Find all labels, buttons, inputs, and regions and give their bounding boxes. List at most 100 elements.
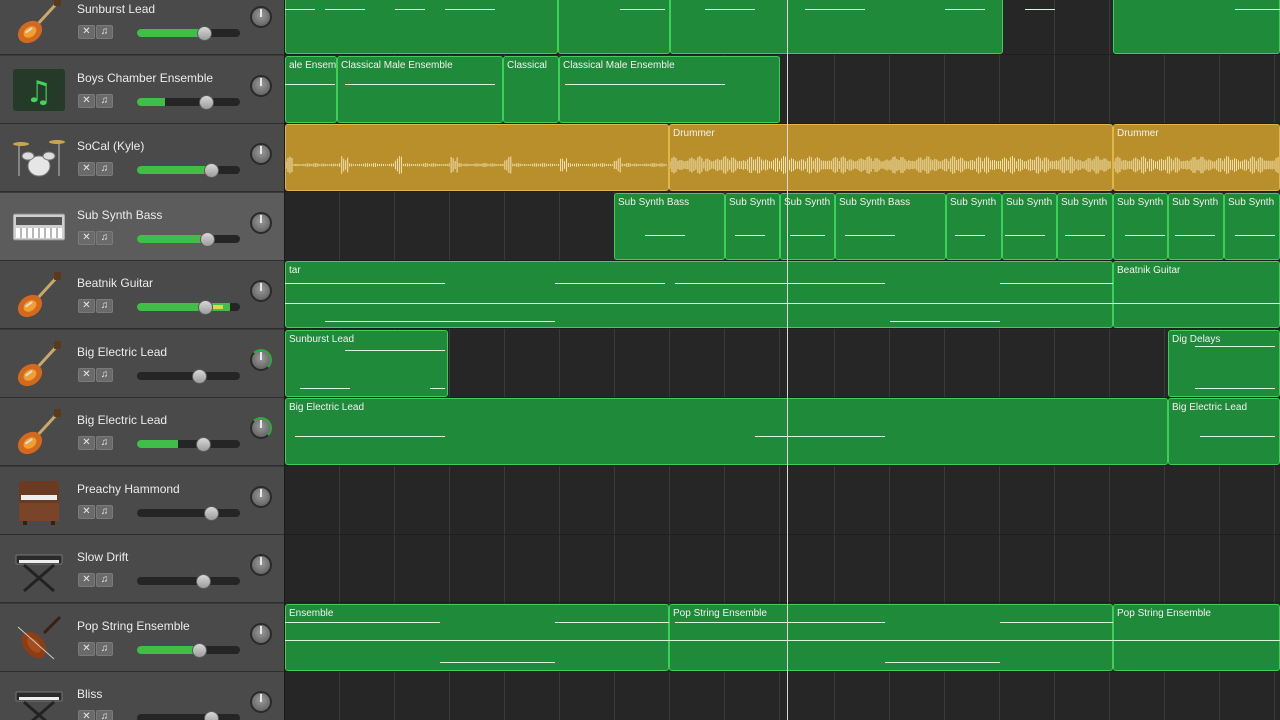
midi-region[interactable]: Sub Synth [725, 192, 780, 260]
audio-region[interactable] [285, 124, 669, 191]
midi-region[interactable]: Sub Synth Bass [614, 192, 725, 260]
track-header[interactable]: Pop String Ensemble ✕ ♫ [0, 603, 284, 672]
track-lane[interactable]: Big Electric Lead Big Electric Lead [285, 398, 1280, 466]
midi-region[interactable]: Sub Synth [1224, 192, 1280, 260]
volume-knob[interactable] [196, 574, 211, 589]
audio-region[interactable]: Drummer [1113, 124, 1280, 191]
volume-slider[interactable] [137, 714, 240, 720]
midi-region[interactable]: Pop String Ensemble [1113, 603, 1280, 671]
headphones-button[interactable]: ♫ [96, 230, 113, 245]
headphones-button[interactable]: ♫ [96, 641, 113, 656]
track-lane[interactable]: ale Ensemb Classical Male Ensemble Classic… [285, 55, 1280, 124]
midi-region[interactable]: Sub Synth [1002, 192, 1057, 260]
pan-knob[interactable] [250, 6, 272, 28]
headphones-button[interactable]: ♫ [96, 162, 113, 176]
track-header[interactable]: SoCal (Kyle) ✕ ♫ [0, 124, 284, 192]
volume-slider[interactable] [137, 440, 240, 448]
midi-region[interactable]: Sunburst Lead [285, 329, 448, 397]
pan-knob[interactable] [250, 417, 272, 439]
track-header[interactable]: Preachy Hammond ✕ ♫ [0, 466, 284, 535]
volume-knob[interactable] [199, 94, 214, 110]
midi-region[interactable]: Sub Synth [1168, 192, 1224, 260]
volume-slider[interactable] [137, 577, 240, 585]
volume-knob[interactable] [204, 505, 219, 521]
track-lane[interactable]: Drummer Drummer [285, 124, 1280, 192]
pan-knob[interactable] [250, 348, 272, 371]
volume-slider[interactable] [137, 645, 240, 654]
mute-button[interactable]: ✕ [78, 162, 95, 176]
headphones-button[interactable]: ♫ [96, 504, 113, 519]
midi-region[interactable]: Classical Male Ensemble [559, 55, 780, 123]
midi-region[interactable]: Sub Synth [1057, 192, 1113, 260]
pan-knob[interactable] [250, 622, 272, 645]
volume-slider[interactable] [137, 234, 240, 243]
volume-knob[interactable] [204, 163, 219, 178]
headphones-button[interactable]: ♫ [96, 299, 113, 313]
midi-region[interactable]: Big Electric Lead [1168, 398, 1280, 465]
volume-slider[interactable] [137, 303, 240, 311]
volume-slider[interactable] [137, 166, 240, 174]
midi-region[interactable]: Ensemble [285, 603, 669, 671]
mute-button[interactable]: ✕ [78, 25, 95, 39]
track-lane[interactable] [285, 535, 1280, 603]
mute-button[interactable]: ✕ [78, 710, 95, 720]
track-lane[interactable] [285, 0, 1280, 55]
volume-knob[interactable] [196, 437, 211, 452]
mute-button[interactable]: ✕ [78, 93, 95, 108]
headphones-button[interactable]: ♫ [96, 93, 113, 108]
headphones-button[interactable]: ♫ [96, 25, 113, 39]
midi-region[interactable]: Classical Male Ensemble [337, 55, 503, 123]
midi-region[interactable]: Sub Synth [1113, 192, 1168, 260]
track-lane[interactable]: tar Beatnik Guitar [285, 261, 1280, 329]
track-header[interactable]: Sunburst Lead ✕ ♫ [0, 0, 284, 55]
track-lane[interactable]: Sub Synth Bass Sub Synth Sub Synth Sub Synt… [285, 192, 1280, 261]
track-header[interactable]: Big Electric Lead ✕ ♫ [0, 329, 284, 398]
pan-knob[interactable] [250, 143, 272, 165]
volume-slider[interactable] [137, 97, 240, 106]
headphones-button[interactable]: ♫ [96, 573, 113, 587]
pan-knob[interactable] [250, 691, 272, 713]
volume-slider[interactable] [137, 29, 240, 37]
midi-region[interactable]: Sub Synth [780, 192, 835, 260]
headphones-button[interactable]: ♫ [96, 367, 113, 382]
volume-knob[interactable] [204, 711, 219, 720]
track-lane[interactable] [285, 467, 1280, 535]
mute-button[interactable]: ✕ [78, 299, 95, 313]
tracks-area[interactable]: ale Ensemb Classical Male Ensemble Classic… [285, 0, 1280, 720]
midi-region[interactable]: Sub Synth [946, 192, 1002, 260]
headphones-button[interactable]: ♫ [96, 710, 113, 720]
midi-region[interactable]: ale Ensemb [285, 55, 337, 123]
track-header[interactable]: Big Electric Lead ✕ ♫ [0, 398, 284, 466]
track-header[interactable]: Sub Synth Bass ✕ ♫ [0, 192, 284, 261]
volume-slider[interactable] [137, 508, 240, 517]
mute-button[interactable]: ✕ [78, 230, 95, 245]
midi-region[interactable]: Pop String Ensemble [669, 603, 1113, 671]
midi-region[interactable]: Big Electric Lead [285, 398, 1168, 465]
volume-knob[interactable] [192, 642, 207, 658]
playhead[interactable] [787, 0, 788, 720]
mute-button[interactable]: ✕ [78, 641, 95, 656]
volume-knob[interactable] [200, 231, 215, 247]
track-lane[interactable] [285, 672, 1280, 720]
midi-region[interactable]: Beatnik Guitar [1113, 261, 1280, 328]
volume-knob[interactable] [197, 26, 212, 41]
track-lane[interactable]: Ensemble Pop String Ensemble Pop String En… [285, 603, 1280, 672]
midi-region[interactable]: tar [285, 261, 1113, 328]
track-header[interactable]: Slow Drift ✕ ♫ [0, 535, 284, 603]
track-header[interactable]: Beatnik Guitar ✕ ♫ [0, 261, 284, 329]
mute-button[interactable]: ✕ [78, 367, 95, 382]
track-lane[interactable]: Sunburst Lead Dig Delays [285, 329, 1280, 398]
mute-button[interactable]: ✕ [78, 573, 95, 587]
track-header[interactable]: Bliss ✕ ♫ [0, 672, 284, 720]
volume-knob[interactable] [192, 368, 207, 384]
mute-button[interactable]: ✕ [78, 436, 95, 450]
volume-knob[interactable] [198, 300, 213, 315]
midi-region[interactable]: Dig Delays [1168, 329, 1280, 397]
midi-region[interactable]: Classical [503, 55, 559, 123]
headphones-button[interactable]: ♫ [96, 436, 113, 450]
pan-knob[interactable] [250, 554, 272, 576]
pan-knob[interactable] [250, 485, 272, 508]
midi-region[interactable]: Sub Synth Bass [835, 192, 946, 260]
pan-knob[interactable] [250, 74, 272, 97]
mute-button[interactable]: ✕ [78, 504, 95, 519]
